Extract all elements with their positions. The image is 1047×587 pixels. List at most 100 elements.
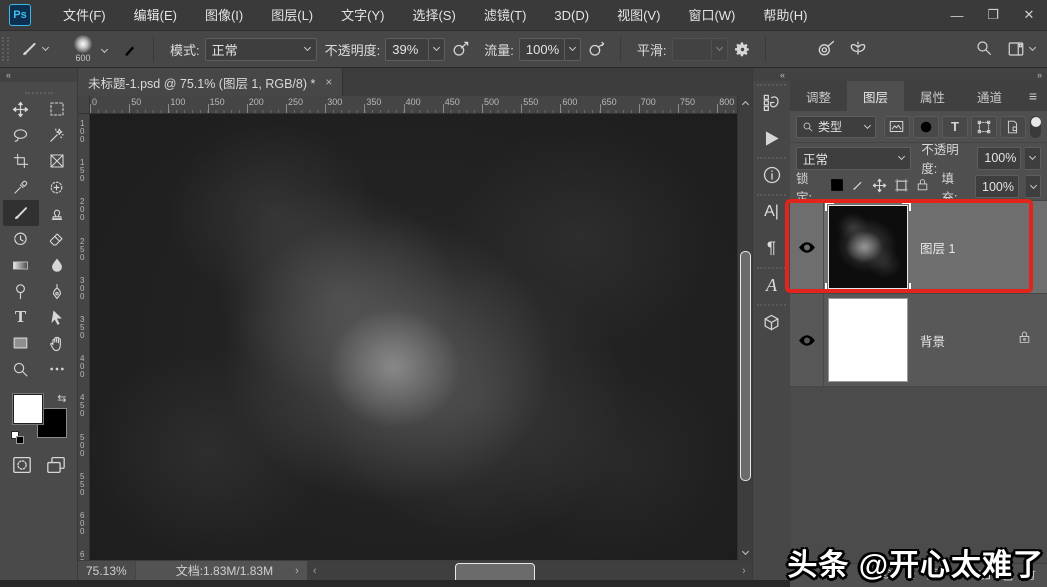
lock-position-icon[interactable] [872,178,887,196]
menu-item-7[interactable]: 3D(D) [540,0,603,31]
dodge-tool-icon[interactable] [3,278,39,304]
background-name[interactable]: 背景 [920,331,945,350]
path-selection-tool-icon[interactable] [39,304,75,330]
hand-tool-icon[interactable] [39,330,75,356]
layer-opacity-input[interactable]: 100% [977,147,1021,170]
vertical-scrollbar[interactable] [737,96,752,560]
scroll-up-icon[interactable] [738,96,753,110]
history-panel-icon[interactable] [760,90,784,114]
toggle-brush-settings-icon[interactable] [113,35,145,63]
menu-item-10[interactable]: 帮助(H) [749,0,821,31]
scroll-right-icon[interactable]: › [736,565,752,577]
opacity-pressure-icon[interactable] [445,35,476,63]
adjustment-layer-filter-icon[interactable] [913,116,939,138]
lock-all-icon[interactable] [916,178,929,195]
menu-item-0[interactable]: 文件(F) [49,0,120,31]
layer1-visibility-toggle[interactable] [790,201,824,293]
menu-item-9[interactable]: 窗口(W) [674,0,749,31]
status-popup-chevron-icon[interactable]: › [295,565,299,577]
horizontal-scrollbar[interactable]: ‹ › [307,561,752,580]
fill-chevron-icon[interactable] [1026,175,1041,198]
move-tool-icon[interactable] [3,96,39,122]
blur-tool-icon[interactable] [39,252,75,278]
lock-image-pixels-icon[interactable] [851,178,865,195]
workspace-switcher-icon[interactable] [1007,40,1035,58]
size-pressure-icon[interactable] [810,35,842,63]
search-icon[interactable] [975,39,993,60]
3d-panel-icon[interactable] [760,310,784,334]
more-tools-tool-icon[interactable] [39,356,75,382]
blend-mode-select[interactable]: 正常 [205,38,317,61]
paragraph-panel-icon[interactable]: ¶ [760,236,784,260]
opacity-chevron-icon[interactable] [429,38,445,61]
glyphs-panel-icon[interactable]: A [760,273,784,297]
lock-artboard-icon[interactable] [894,178,909,196]
background-visibility-toggle[interactable] [790,294,824,386]
filter-type-select[interactable]: 类型 [796,116,876,138]
brush-picker-chevron-icon[interactable] [101,45,108,52]
brush-tool-icon[interactable] [3,200,39,226]
panel-tab-调整[interactable]: 调整 [790,81,847,111]
opacity-input[interactable]: 39% [385,38,429,61]
eraser-tool-icon[interactable] [39,226,75,252]
screen-mode-icon[interactable] [46,456,66,479]
pen-tool-icon[interactable] [39,278,75,304]
tool-preset-brush-icon[interactable] [13,35,54,63]
toolbar-collapse-icon[interactable]: « [0,68,77,82]
lock-transparent-pixels-icon[interactable] [830,178,844,195]
canvas-image[interactable] [90,114,737,560]
layer1-name[interactable]: 图层 1 [920,238,955,257]
maximize-button[interactable]: ❐ [975,0,1011,31]
symmetry-butterfly-icon[interactable] [842,35,874,63]
panel-collapse-icon[interactable]: » [790,68,1047,81]
layer1-thumbnail[interactable] [828,205,908,289]
vertical-scroll-thumb[interactable] [740,251,751,481]
menu-item-4[interactable]: 文字(Y) [327,0,398,31]
document-tab[interactable]: 未标题-1.psd @ 75.1% (图层 1, RGB/8) * × [78,68,343,96]
layer-row-background[interactable]: 背景 [790,294,1047,387]
magic-wand-tool-icon[interactable] [39,122,75,148]
layer-blend-mode-select[interactable]: 正常 [796,147,911,170]
panel-tab-通道[interactable]: 通道 [961,81,1018,111]
crop-tool-icon[interactable] [3,148,39,174]
ruler-origin[interactable] [78,96,90,114]
eyedropper-tool-icon[interactable] [3,174,39,200]
gradient-tool-icon[interactable] [3,252,39,278]
foreground-color-swatch[interactable] [13,394,43,424]
flow-input[interactable]: 100% [519,38,565,61]
menu-item-8[interactable]: 视图(V) [603,0,674,31]
type-layer-filter-icon[interactable]: T [942,116,968,138]
flow-chevron-icon[interactable] [565,38,581,61]
brush-preset-picker[interactable]: 600 [68,35,98,63]
pixel-layer-filter-icon[interactable] [884,116,910,138]
actions-panel-icon[interactable] [760,126,784,150]
layer-opacity-chevron-icon[interactable] [1025,147,1041,170]
scroll-down-icon[interactable] [738,546,753,560]
panel-tab-属性[interactable]: 属性 [904,81,961,111]
info-panel-icon[interactable] [760,163,784,187]
quick-mask-icon[interactable] [12,456,32,479]
type-tool-icon[interactable]: T [3,304,39,330]
scroll-left-icon[interactable]: ‹ [307,565,323,577]
rectangular-marquee-tool-icon[interactable] [39,96,75,122]
filter-on-off-toggle[interactable] [1030,116,1041,138]
strip-collapse-icon[interactable]: « [753,68,790,81]
clone-stamp-tool-icon[interactable] [39,200,75,226]
zoom-tool-icon[interactable] [3,356,39,382]
layer-row-layer1[interactable]: 图层 1 [790,201,1047,294]
lasso-tool-icon[interactable] [3,122,39,148]
panel-menu-icon[interactable]: ≡ [1019,81,1047,111]
menu-item-1[interactable]: 编辑(E) [120,0,191,31]
airbrush-icon[interactable] [581,35,612,63]
panel-tab-图层[interactable]: 图层 [847,81,904,111]
menu-item-5[interactable]: 选择(S) [398,0,469,31]
swap-colors-icon[interactable]: ⇆ [57,392,66,405]
fill-input[interactable]: 100% [975,175,1019,198]
healing-brush-tool-icon[interactable] [39,174,75,200]
menu-item-6[interactable]: 滤镜(T) [470,0,541,31]
history-brush-tool-icon[interactable] [3,226,39,252]
default-colors-icon[interactable] [11,431,24,444]
shape-layer-filter-icon[interactable] [971,116,997,138]
zoom-level-field[interactable]: 75.13% [78,561,136,580]
menu-item-2[interactable]: 图像(I) [191,0,257,31]
